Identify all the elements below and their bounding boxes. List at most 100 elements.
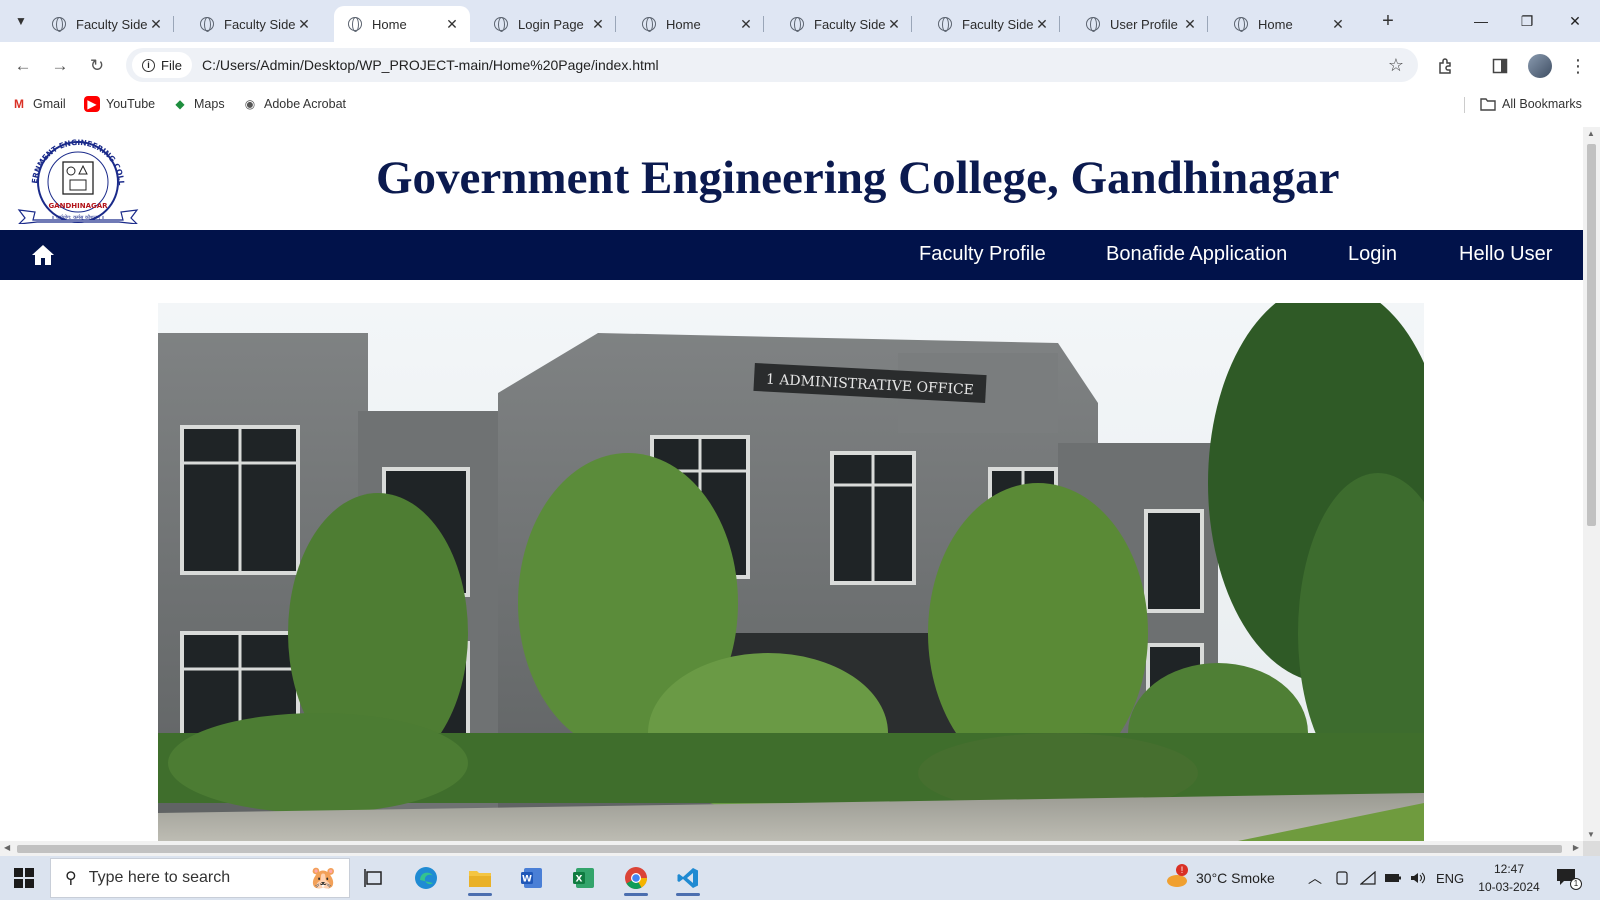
address-bar[interactable]: i File C:/Users/Admin/Desktop/WP_PROJECT… — [126, 48, 1418, 82]
scroll-down-arrow-icon[interactable]: ▼ — [1587, 830, 1595, 839]
tab-close-icon[interactable]: ✕ — [148, 16, 164, 33]
tab-label: Home — [372, 16, 407, 32]
nav-bonafide-application[interactable]: Bonafide Application — [1106, 243, 1287, 266]
tab-close-icon[interactable]: ✕ — [590, 16, 606, 33]
globe-icon — [1086, 17, 1100, 32]
college-logo[interactable]: GOVERNMENT ENGINEERING COLLEGE GANDHINAG… — [12, 131, 141, 225]
windows-start-icon[interactable] — [14, 868, 34, 888]
clock-date: 10-03-2024 — [1478, 880, 1540, 894]
bookmark-youtube[interactable]: ▶ YouTube — [84, 96, 155, 112]
tab-close-icon[interactable]: ✕ — [886, 16, 902, 33]
horizontal-scrollbar[interactable]: ◀ ▶ — [0, 841, 1583, 856]
site-info-chip[interactable]: i File — [132, 52, 192, 78]
all-bookmarks-button[interactable]: All Bookmarks — [1480, 96, 1582, 112]
notification-count-badge: 1 — [1570, 878, 1582, 890]
tab-close-icon[interactable]: ✕ — [738, 16, 754, 33]
forward-arrow-icon[interactable]: → — [46, 52, 74, 80]
taskbar-clock[interactable]: 12:47 10-03-2024 — [1474, 860, 1544, 896]
taskbar-search-box[interactable]: ⚲ Type here to search 🐹 — [50, 858, 350, 898]
horizontal-scroll-thumb[interactable] — [17, 845, 1562, 853]
svg-text:X: X — [576, 875, 583, 885]
bookmarks-divider — [1464, 97, 1465, 113]
edge-browser-icon[interactable] — [404, 860, 448, 896]
meet-now-icon[interactable] — [1335, 856, 1349, 900]
tab-home-active[interactable]: Home ✕ — [334, 6, 470, 42]
back-arrow-icon[interactable]: ← — [9, 52, 37, 80]
scroll-right-arrow-icon[interactable]: ▶ — [1573, 843, 1579, 852]
new-tab-button[interactable]: + — [1375, 8, 1401, 34]
vscode-icon[interactable] — [666, 860, 710, 896]
menu-kebab-icon[interactable]: ⋮ — [1566, 54, 1590, 78]
bookmark-label: YouTube — [106, 97, 156, 111]
tab-close-icon[interactable]: ✕ — [1034, 16, 1050, 33]
task-view-icon[interactable] — [352, 860, 396, 896]
word-icon[interactable]: W — [510, 860, 554, 896]
bookmark-gmail[interactable]: M Gmail — [11, 96, 66, 112]
search-placeholder: Type here to search — [88, 869, 231, 886]
scrollbar-corner — [1583, 841, 1600, 856]
tab-faculty-side-4[interactable]: Faculty Side ✕ — [924, 6, 1060, 42]
url-text[interactable]: C:/Users/Admin/Desktop/WP_PROJECT-main/H… — [202, 57, 659, 73]
bookmark-star-icon[interactable]: ☆ — [1388, 55, 1404, 76]
bookmark-adobe-acrobat[interactable]: ◉ Adobe Acrobat — [242, 96, 346, 112]
tab-label: Home — [1258, 16, 1293, 32]
tab-separator — [763, 16, 764, 32]
tab-label: Faculty Side — [76, 16, 148, 32]
globe-icon — [494, 17, 508, 32]
reload-icon[interactable]: ↻ — [83, 52, 111, 80]
tab-close-icon[interactable]: ✕ — [1182, 16, 1198, 33]
restore-button[interactable]: ❐ — [1504, 0, 1550, 42]
notifications-icon[interactable]: 1 — [1556, 856, 1582, 900]
tab-search-dropdown-icon[interactable]: ▼ — [8, 8, 34, 34]
weather-text: 30°C Smoke — [1196, 870, 1275, 886]
bookmark-label: Adobe Acrobat — [264, 97, 347, 111]
extensions-icon[interactable] — [1434, 54, 1458, 78]
tab-login-page[interactable]: Login Page ✕ — [480, 6, 616, 42]
globe-icon — [348, 17, 362, 32]
globe-icon — [642, 17, 656, 32]
language-indicator[interactable]: ENG — [1436, 856, 1464, 900]
vertical-scroll-thumb[interactable] — [1587, 144, 1596, 526]
bookmark-label: Gmail — [33, 97, 66, 111]
weather-widget[interactable]: ! 30°C Smoke — [1166, 856, 1275, 900]
side-panel-icon[interactable] — [1488, 54, 1512, 78]
nav-hello-user[interactable]: Hello User — [1459, 243, 1552, 266]
weather-icon: ! — [1166, 864, 1188, 889]
excel-icon[interactable]: X — [562, 860, 606, 896]
network-icon[interactable] — [1360, 856, 1376, 900]
bookmark-maps[interactable]: ◆ Maps — [172, 96, 224, 112]
browser-toolbar: ← → ↻ i File C:/Users/Admin/Desktop/WP_P… — [0, 42, 1600, 90]
tab-close-icon[interactable]: ✕ — [1330, 16, 1346, 33]
tab-faculty-side-3[interactable]: Faculty Side ✕ — [776, 6, 912, 42]
nav-faculty-profile[interactable]: Faculty Profile — [919, 243, 1046, 266]
clock-time: 12:47 — [1493, 862, 1525, 876]
close-window-button[interactable]: ✕ — [1552, 0, 1598, 42]
windows-taskbar: ⚲ Type here to search 🐹 W X ! 30°C Smoke… — [0, 856, 1600, 900]
weather-alert-badge: ! — [1176, 864, 1188, 876]
volume-icon[interactable] — [1410, 856, 1426, 900]
tab-faculty-side-1[interactable]: Faculty Side ✕ — [38, 6, 174, 42]
minimize-button[interactable]: — — [1458, 0, 1504, 42]
site-title: Government Engineering College, Gandhina… — [376, 152, 1340, 204]
tab-separator — [1059, 16, 1060, 32]
vertical-scrollbar[interactable]: ▲ ▼ — [1583, 127, 1600, 841]
tab-close-icon[interactable]: ✕ — [444, 16, 460, 33]
scroll-left-arrow-icon[interactable]: ◀ — [4, 843, 10, 852]
tab-faculty-side-2[interactable]: Faculty Side ✕ — [186, 6, 322, 42]
tab-home-2[interactable]: Home ✕ — [628, 6, 764, 42]
battery-icon[interactable] — [1384, 856, 1402, 900]
tab-close-icon[interactable]: ✕ — [296, 16, 312, 33]
nav-login[interactable]: Login — [1348, 243, 1397, 266]
tab-home-3[interactable]: Home ✕ — [1220, 6, 1356, 42]
profile-avatar[interactable] — [1528, 54, 1552, 78]
chrome-icon[interactable] — [614, 860, 658, 896]
file-explorer-icon[interactable] — [458, 860, 502, 896]
hero-campus-image: 1 ADMINISTRATIVE OFFICE — [158, 303, 1424, 841]
tab-user-profile[interactable]: User Profile ✕ — [1072, 6, 1208, 42]
home-icon[interactable] — [30, 242, 56, 268]
show-hidden-icons-chevron-icon[interactable]: ︿ — [1308, 856, 1322, 900]
site-navbar: Faculty Profile Bonafide Application Log… — [0, 230, 1583, 280]
scroll-up-arrow-icon[interactable]: ▲ — [1587, 129, 1595, 138]
youtube-icon: ▶ — [84, 96, 100, 112]
tab-label: Faculty Side — [814, 16, 886, 32]
